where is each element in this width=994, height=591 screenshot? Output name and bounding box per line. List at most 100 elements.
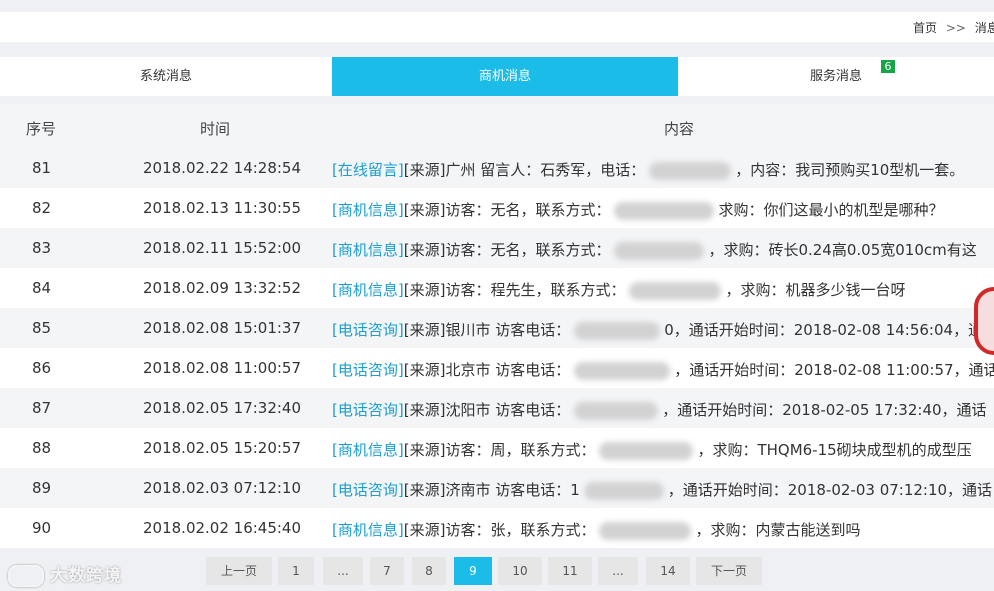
tab-label: 服务消息: [809, 69, 862, 84]
source-label: [来源]: [403, 281, 446, 299]
row-number: 82: [32, 199, 52, 217]
tab-system-messages[interactable]: 系统消息: [0, 57, 332, 96]
page-button[interactable]: 11: [548, 557, 592, 585]
message-prefix: 济南市 访客电话：1: [445, 481, 580, 499]
message-table: 序号 时间 内容 81 2018.02.22 14:28:54 [在线留言][来源]…: [0, 104, 994, 548]
page-button[interactable]: 14: [646, 557, 690, 585]
breadcrumb-current: 消息中: [974, 21, 994, 35]
row-number: 86: [32, 359, 52, 377]
message-type-link[interactable]: [电话咨询]: [332, 401, 404, 419]
message-type-link[interactable]: [商机信息]: [332, 201, 404, 219]
row-number: 83: [32, 239, 52, 257]
message-prefix: 访客：无名，联系方式：: [445, 241, 611, 259]
page-ellipsis: ...: [598, 557, 638, 585]
source-label: [来源]: [403, 401, 446, 419]
message-prefix: 广州 留言人：石秀军，电话：: [445, 161, 646, 179]
redacted-contact: [599, 441, 694, 460]
table-row[interactable]: 84 2018.02.09 13:32:52 [商机信息][来源]访客：程先生，联系…: [0, 268, 994, 308]
row-content: [商机信息][来源]访客：无名，联系方式： ，求购：砖长0.24高0.05宽010…: [332, 239, 977, 260]
tab-business-messages[interactable]: 商机消息: [332, 57, 678, 96]
redacted-contact: [649, 161, 732, 180]
row-time: 2018.02.05 15:20:57: [143, 439, 302, 457]
watermark: 大数跨境: [8, 561, 122, 587]
message-suffix: ，通话开始时间：2018-02-03 07:12:10，通话: [667, 481, 993, 499]
message-suffix: 0，通话开始时间：2018-02-08 14:56:04，通: [664, 321, 984, 339]
table-row[interactable]: 86 2018.02.08 11:00:57 [电话咨询][来源]北京市 访客电话：…: [0, 348, 994, 388]
redacted-contact: [599, 521, 692, 540]
message-type-link[interactable]: [商机信息]: [332, 441, 404, 459]
row-time: 2018.02.22 14:28:54: [143, 159, 302, 177]
row-number: 90: [32, 519, 52, 537]
message-type-link[interactable]: [电话咨询]: [332, 321, 404, 339]
source-label: [来源]: [403, 241, 446, 259]
row-time: 2018.02.02 16:45:40: [143, 519, 302, 537]
message-prefix: 访客：周，联系方式：: [445, 441, 596, 459]
message-type-link[interactable]: [商机信息]: [332, 281, 404, 299]
table-row[interactable]: 82 2018.02.13 11:30:55 [商机信息][来源]访客：无名，联系方…: [0, 188, 994, 228]
source-label: [来源]: [403, 441, 446, 459]
row-content: [电话咨询][来源]银川市 访客电话： 0，通话开始时间：2018-02-08 1…: [332, 319, 983, 340]
redacted-contact: [583, 481, 664, 500]
source-label: [来源]: [403, 321, 446, 339]
tab-label: 系统消息: [139, 69, 192, 84]
top-bar: 首页 >> 消息中: [0, 12, 994, 42]
source-label: [来源]: [403, 521, 446, 539]
table-row[interactable]: 90 2018.02.02 16:45:40 [商机信息][来源]访客：张，联系方式…: [0, 508, 994, 548]
row-content: [商机信息][来源]访客：周，联系方式： ，求购：THQM6-15砌块成型机的成型…: [332, 439, 972, 460]
message-type-link[interactable]: [电话咨询]: [332, 481, 404, 499]
message-prefix: 访客：程先生，联系方式：: [445, 281, 626, 299]
page-button[interactable]: 10: [498, 557, 542, 585]
table-row[interactable]: 83 2018.02.11 15:52:00 [商机信息][来源]访客：无名，联系方…: [0, 228, 994, 268]
page-button[interactable]: 8: [412, 557, 446, 585]
message-type-link[interactable]: [电话咨询]: [332, 361, 404, 379]
redacted-contact: [574, 321, 661, 340]
table-row[interactable]: 89 2018.02.03 07:12:10 [电话咨询][来源]济南市 访客电话：…: [0, 468, 994, 508]
row-time: 2018.02.03 07:12:10: [143, 479, 302, 497]
table-row[interactable]: 85 2018.02.08 15:01:37 [电话咨询][来源]银川市 访客电话：…: [0, 308, 994, 348]
breadcrumb-separator: >>: [945, 21, 966, 35]
table-header: 序号 时间 内容: [0, 104, 994, 148]
message-type-link[interactable]: [在线留言]: [332, 161, 404, 179]
row-time: 2018.02.05 17:32:40: [143, 399, 302, 417]
row-content: [电话咨询][来源]北京市 访客电话： ，通话开始时间：2018-02-08 11…: [332, 359, 994, 380]
row-number: 85: [32, 319, 52, 337]
tab-service-messages[interactable]: 服务消息 6: [678, 57, 994, 96]
message-prefix: 访客：无名，联系方式：: [445, 201, 611, 219]
message-tabs: 系统消息 商机消息 服务消息 6: [0, 57, 994, 96]
page-button[interactable]: 1: [278, 557, 314, 585]
table-row[interactable]: 81 2018.02.22 14:28:54 [在线留言][来源]广州 留言人：石秀…: [0, 148, 994, 188]
next-page-button[interactable]: 下一页: [696, 557, 762, 585]
message-prefix: 访客：张，联系方式：: [445, 521, 596, 539]
table-row[interactable]: 87 2018.02.05 17:32:40 [电话咨询][来源]沈阳市 访客电话：…: [0, 388, 994, 428]
row-time: 2018.02.08 15:01:37: [143, 319, 302, 337]
message-prefix: 沈阳市 访客电话：: [445, 401, 571, 419]
redacted-contact: [629, 281, 722, 300]
breadcrumb-home[interactable]: 首页: [913, 21, 937, 35]
page-ellipsis: ...: [323, 557, 363, 585]
row-time: 2018.02.13 11:30:55: [143, 199, 302, 217]
pagination: 上一页 1... 7 8 9 10 11... 14 下一页: [0, 548, 994, 591]
header-content: 内容: [664, 120, 695, 138]
page-button[interactable]: 9: [454, 557, 492, 585]
tab-label: 商机消息: [478, 69, 531, 84]
message-suffix: ，求购：机器多少钱一台呀: [725, 281, 906, 299]
row-number: 88: [32, 439, 52, 457]
redacted-contact: [574, 401, 659, 420]
row-content: [商机信息][来源]访客：无名，联系方式： 求购：你们这最小的机型是哪种？: [332, 199, 943, 220]
message-type-link[interactable]: [商机信息]: [332, 521, 404, 539]
redacted-contact: [574, 361, 671, 380]
message-suffix: 求购：你们这最小的机型是哪种？: [718, 201, 944, 219]
watermark-text: 大数跨境: [50, 566, 122, 586]
page-button[interactable]: 7: [370, 557, 404, 585]
table-row[interactable]: 88 2018.02.05 15:20:57 [商机信息][来源]访客：周，联系方式…: [0, 428, 994, 468]
prev-page-button[interactable]: 上一页: [206, 557, 272, 585]
row-content: [电话咨询][来源]沈阳市 访客电话： ，通话开始时间：2018-02-05 17…: [332, 399, 987, 420]
message-suffix: ，求购：THQM6-15砌块成型机的成型压: [697, 441, 972, 459]
header-time: 时间: [200, 120, 231, 138]
source-label: [来源]: [403, 161, 446, 179]
row-time: 2018.02.11 15:52:00: [143, 239, 302, 257]
message-type-link[interactable]: [商机信息]: [332, 241, 404, 259]
row-number: 87: [32, 399, 52, 417]
source-label: [来源]: [403, 481, 446, 499]
row-time: 2018.02.08 11:00:57: [143, 359, 302, 377]
